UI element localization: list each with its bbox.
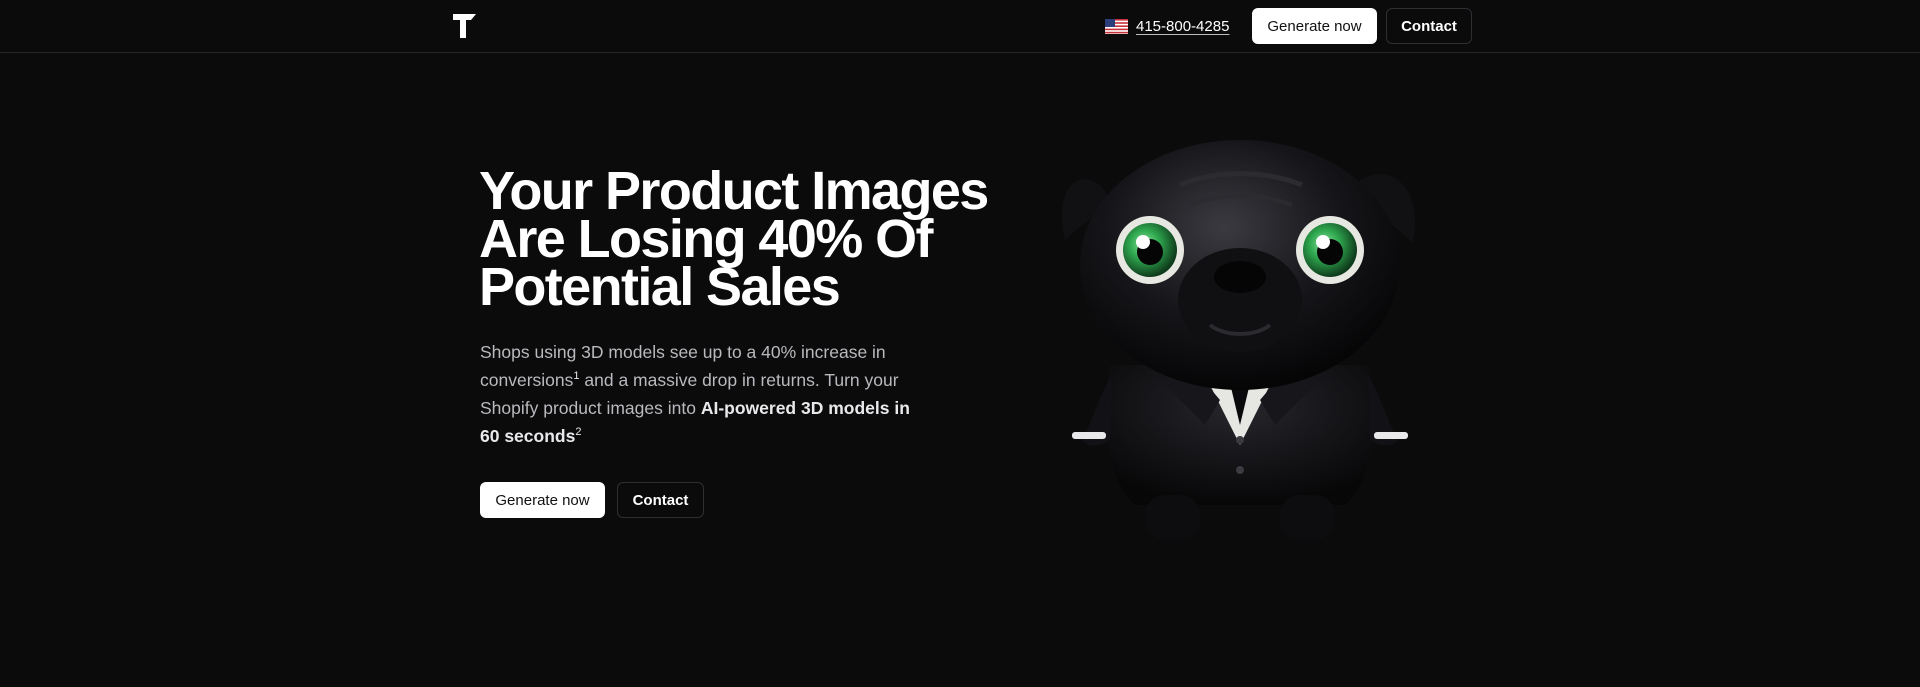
nav-contact-button[interactable]: Contact	[1386, 8, 1472, 44]
phone-contact: 415-800-4285	[1105, 14, 1229, 38]
brand-logo-icon[interactable]	[452, 13, 478, 39]
hero-generate-button[interactable]: Generate now	[480, 482, 605, 518]
top-navigation: 415-800-4285 Generate now Contact	[0, 0, 1920, 53]
hero-contact-button[interactable]: Contact	[617, 482, 704, 518]
hero-title: Your Product Images Are Losing 40% Of Po…	[479, 161, 989, 317]
phone-link[interactable]: 415-800-4285	[1136, 18, 1229, 35]
footnote-2[interactable]: 2	[575, 426, 581, 438]
pug-mascot-3d-image	[1061, 140, 1416, 540]
nav-generate-button[interactable]: Generate now	[1252, 8, 1377, 44]
us-flag-icon	[1105, 18, 1128, 34]
hero-subtitle: Shops using 3D models see up to a 40% in…	[480, 338, 920, 450]
